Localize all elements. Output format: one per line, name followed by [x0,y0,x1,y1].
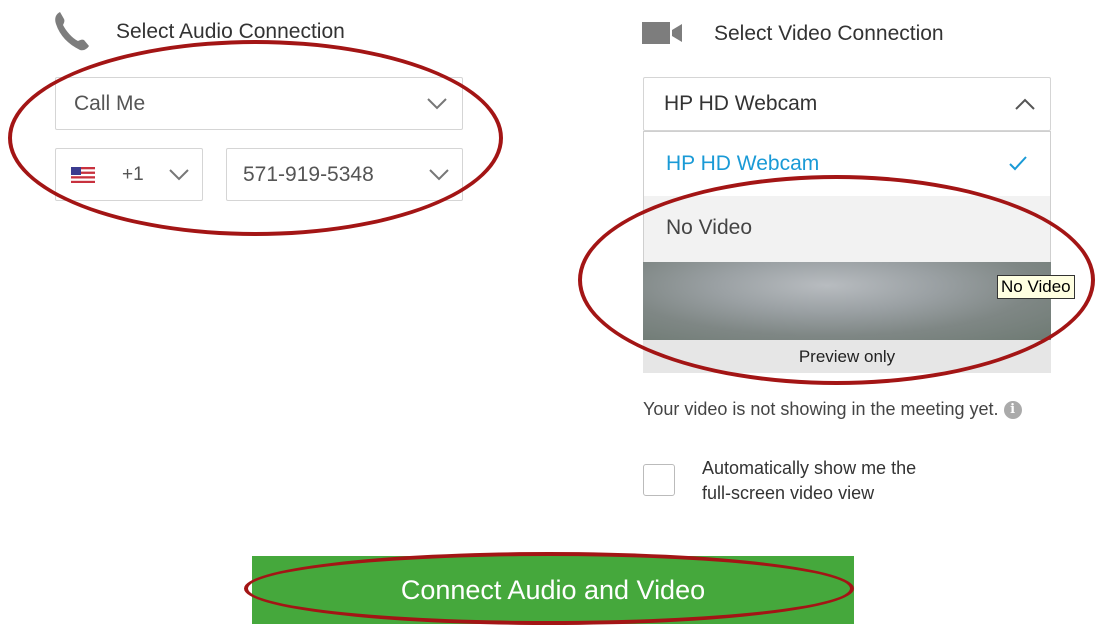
auto-fullscreen-label-line2: full-screen video view [702,483,875,503]
country-code-value: +1 [122,163,144,185]
info-icon[interactable]: i [1003,401,1022,420]
video-camera-icon [642,22,682,44]
option-label: HP HD Webcam [666,152,820,175]
preview-only-label: Preview only [643,340,1051,373]
note-text: Your video is not showing in the meeting… [643,399,999,419]
auto-fullscreen-label-line1: Automatically show me the [702,458,917,478]
dropdown-option-hp-hd-webcam[interactable]: HP HD Webcam [644,132,1050,196]
no-video-tooltip: No Video [997,275,1075,299]
us-flag-icon [71,167,95,183]
audio-header: Select Audio Connection [52,8,452,54]
country-code-select[interactable]: +1 [55,148,203,201]
audio-connection-select[interactable]: Call Me [55,77,463,130]
video-device-value: HP HD Webcam [664,92,818,115]
chevron-down-icon [427,97,447,109]
auto-fullscreen-checkbox[interactable] [643,464,675,496]
checkmark-icon [1009,156,1027,171]
dropdown-option-no-video[interactable]: No Video [644,196,1050,262]
phone-icon [55,12,89,51]
audio-connection-value: Call Me [74,91,146,115]
video-device-dropdown: HP HD Webcam No Video [643,131,1051,262]
phone-number-select[interactable]: 571-919-5348 [226,148,463,201]
video-device-select[interactable]: HP HD Webcam [643,77,1051,131]
annotation-ellipse-audio [8,40,503,236]
option-label: No Video [666,216,753,239]
video-title: Select Video Connection [714,22,944,45]
connect-audio-video-button[interactable]: Connect Audio and Video [252,556,854,624]
phone-number-value: 571-919-5348 [243,162,374,186]
video-not-showing-note: Your video is not showing in the meeting… [643,396,1063,422]
chevron-up-icon [1015,98,1035,110]
chevron-down-icon [429,168,449,180]
video-preview [643,262,1051,340]
chevron-down-icon [169,168,189,180]
auto-fullscreen-label: Automatically show me the full-screen vi… [702,456,1042,506]
audio-title: Select Audio Connection [116,20,345,43]
video-header: Select Video Connection [640,10,1060,56]
